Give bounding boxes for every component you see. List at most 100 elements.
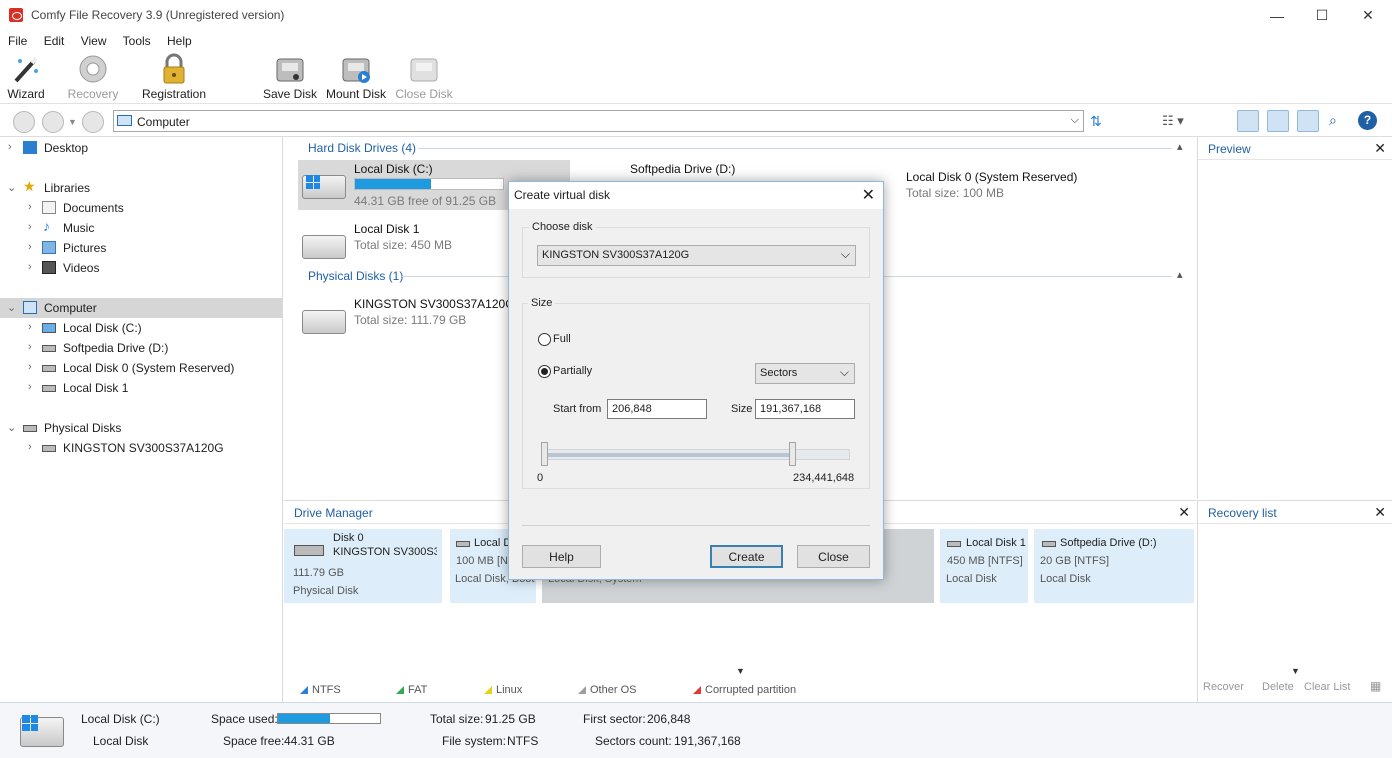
- size-group: [522, 303, 870, 489]
- recover-button[interactable]: Recover: [1203, 681, 1244, 693]
- history-dropdown-icon[interactable]: ▼: [68, 117, 77, 127]
- usage-bar-fill: [355, 179, 432, 189]
- tree-item-music[interactable]: › ♪ Music: [0, 218, 282, 238]
- computer-icon: [23, 301, 37, 314]
- close-recovery-list-icon[interactable]: ✕: [1374, 504, 1386, 521]
- expand-icon[interactable]: ›: [28, 201, 38, 213]
- expand-icon[interactable]: ›: [28, 341, 38, 353]
- expand-icon[interactable]: ›: [28, 441, 38, 453]
- windows-logo-icon: [306, 175, 320, 189]
- expand-icon[interactable]: ›: [28, 261, 38, 273]
- close-preview-icon[interactable]: ✕: [1374, 140, 1386, 157]
- preview-panel: Preview ✕: [1197, 137, 1392, 499]
- search-icon[interactable]: ⌕: [1329, 112, 1337, 129]
- tree-item-computer[interactable]: ⌄ Computer: [0, 298, 282, 318]
- menu-view[interactable]: View: [81, 34, 107, 48]
- dialog-close-button[interactable]: Close: [797, 545, 870, 568]
- tree-item-local-0[interactable]: › Local Disk 0 (System Reserved): [0, 358, 282, 378]
- create-button[interactable]: Create: [710, 545, 783, 568]
- full-radio[interactable]: [538, 333, 551, 346]
- collapse-icon[interactable]: ⌄: [7, 421, 17, 434]
- tree-item-softpedia-d[interactable]: › Softpedia Drive (D:): [0, 338, 282, 358]
- close-disk-button[interactable]: Close Disk: [394, 51, 454, 104]
- dm-disk0-cell[interactable]: Disk 0 KINGSTON SV300S37A 111.79 GB Phys…: [284, 529, 442, 603]
- tree-item-kingston[interactable]: › KINGSTON SV300S37A120G: [0, 438, 282, 458]
- tree-item-desktop[interactable]: › Desktop: [0, 138, 282, 158]
- collapse-group-icon[interactable]: ▴: [1177, 268, 1183, 281]
- collapse-group-icon[interactable]: ▴: [1177, 140, 1183, 153]
- start-from-input[interactable]: 206,848: [607, 399, 707, 419]
- registration-button[interactable]: Registration: [138, 51, 210, 104]
- expand-panel-icon[interactable]: ▼: [1291, 666, 1300, 676]
- expand-icon[interactable]: ›: [28, 361, 38, 373]
- dm-partition-local-1[interactable]: Local Disk 1 450 MB [NTFS] Local Disk: [940, 529, 1028, 603]
- title-bar: Comfy File Recovery 3.9 (Unregistered ve…: [0, 0, 1392, 31]
- group-hard-disk-drives[interactable]: Hard Disk Drives (4): [308, 141, 416, 155]
- fat-marker-icon: [396, 686, 404, 694]
- star-icon: ★: [23, 178, 36, 194]
- collapse-icon[interactable]: ⌄: [7, 181, 17, 194]
- slider-start-handle[interactable]: [541, 442, 548, 466]
- wand-icon: [10, 53, 42, 85]
- size-input[interactable]: 191,367,168: [755, 399, 855, 419]
- tree-item-videos[interactable]: › Videos: [0, 258, 282, 278]
- preview-toggle-icon[interactable]: [1267, 110, 1289, 132]
- pictures-icon: [42, 241, 56, 254]
- expand-panel-icon[interactable]: ▼: [736, 666, 745, 676]
- maximize-button[interactable]: ☐: [1299, 0, 1345, 31]
- collapse-icon[interactable]: ⌄: [7, 301, 17, 314]
- tree-item-local-1[interactable]: › Local Disk 1: [0, 378, 282, 398]
- tree-item-pictures[interactable]: › Pictures: [0, 238, 282, 258]
- dm-partition-softpedia-d[interactable]: Softpedia Drive (D:) 20 GB [NTFS] Local …: [1034, 529, 1194, 603]
- forward-button[interactable]: [42, 111, 64, 133]
- choose-disk-label: Choose disk: [529, 221, 596, 233]
- unit-select[interactable]: Sectors ⌵: [755, 363, 855, 384]
- save-view-icon[interactable]: [1297, 110, 1319, 132]
- help-button[interactable]: Help: [522, 545, 601, 568]
- close-disk-icon: [408, 53, 440, 85]
- delete-button[interactable]: Delete: [1262, 681, 1294, 693]
- range-slider-track[interactable]: [544, 449, 850, 460]
- tree-item-documents[interactable]: › Documents: [0, 198, 282, 218]
- minimize-button[interactable]: —: [1254, 0, 1300, 31]
- save-disk-button[interactable]: Save Disk: [262, 51, 318, 104]
- wizard-button[interactable]: Wizard: [4, 51, 48, 104]
- space-used-fill: [278, 714, 331, 723]
- expand-icon[interactable]: ›: [28, 221, 38, 233]
- drive-icon: [42, 345, 56, 352]
- legend-ntfs: NTFS: [300, 684, 341, 696]
- mount-disk-button[interactable]: Mount Disk: [322, 51, 390, 104]
- up-button[interactable]: [82, 111, 104, 133]
- recovery-button[interactable]: Recovery: [64, 51, 122, 104]
- menu-tools[interactable]: Tools: [123, 34, 151, 48]
- close-drive-manager-icon[interactable]: ✕: [1178, 504, 1190, 521]
- tree-item-physical-disks[interactable]: ⌄ Physical Disks: [0, 418, 282, 438]
- drive-tile-local-0[interactable]: Local Disk 0 (System Reserved) Total siz…: [854, 160, 1174, 210]
- group-physical-disks[interactable]: Physical Disks (1): [308, 269, 403, 283]
- menu-help[interactable]: Help: [167, 34, 192, 48]
- help-icon[interactable]: ?: [1358, 111, 1377, 130]
- tree-item-local-c[interactable]: › Local Disk (C:): [0, 318, 282, 338]
- back-button[interactable]: [13, 111, 35, 133]
- expand-icon[interactable]: ›: [28, 241, 38, 253]
- expand-icon[interactable]: ›: [8, 141, 18, 153]
- close-window-button[interactable]: ✕: [1345, 0, 1391, 31]
- chevron-down-icon: ⌵: [839, 365, 849, 379]
- expand-icon[interactable]: ›: [28, 321, 38, 333]
- tree-item-libraries[interactable]: ⌄ ★ Libraries: [0, 178, 282, 198]
- refresh-icon[interactable]: ⇅: [1090, 113, 1102, 130]
- view-mode-icon[interactable]: ☷ ▾: [1162, 113, 1184, 129]
- linux-marker-icon: [484, 686, 492, 694]
- address-field[interactable]: Computer ⌵: [113, 110, 1084, 132]
- drive-view-icon[interactable]: [1237, 110, 1259, 132]
- expand-icon[interactable]: ›: [28, 381, 38, 393]
- slider-end-handle[interactable]: [789, 442, 796, 466]
- menu-file[interactable]: File: [8, 34, 27, 48]
- address-dropdown-icon[interactable]: ⌵: [1071, 114, 1079, 127]
- dialog-close-icon[interactable]: ✕: [862, 185, 875, 205]
- clear-list-button[interactable]: Clear List: [1304, 681, 1350, 693]
- partially-radio[interactable]: [538, 365, 551, 378]
- disk-select[interactable]: KINGSTON SV300S37A120G ⌵: [537, 245, 856, 266]
- menu-edit[interactable]: Edit: [44, 34, 65, 48]
- list-options-icon[interactable]: ▦: [1370, 679, 1381, 693]
